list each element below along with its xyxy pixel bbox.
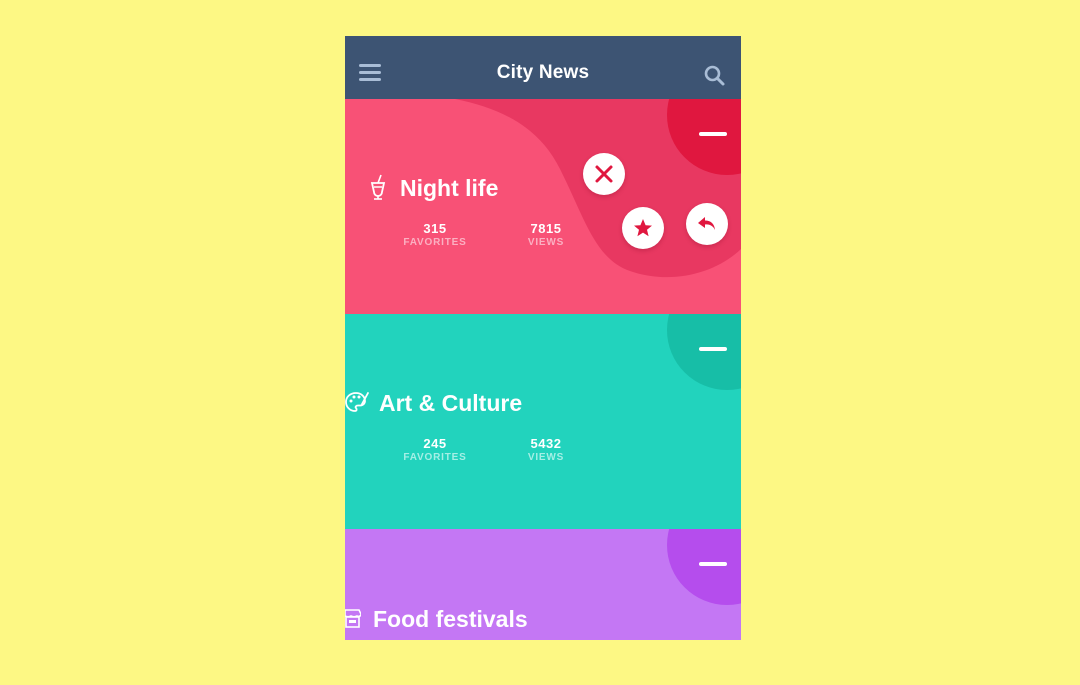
category-card-night-life[interactable]: Night life RS 315 FAVORITES 7815 VIEWS	[345, 99, 741, 314]
stat-label: FAVORITES	[403, 237, 467, 248]
category-title: Night life	[400, 175, 499, 201]
category-title: Art & Culture	[379, 390, 523, 416]
stat-label: RS	[345, 454, 359, 465]
category-card-food-festivals[interactable]: Food festivals	[345, 529, 741, 640]
stat-value: 315	[423, 221, 447, 236]
phone-screen: City News Night life RS 315 F	[345, 36, 741, 640]
stat-partial: RS	[345, 438, 359, 465]
stat-label: VIEWS	[527, 237, 565, 248]
stat-favorites: 315 FAVORITES	[390, 221, 480, 248]
stat-views: 5432 VIEWS	[501, 436, 591, 463]
favorite-button[interactable]	[622, 207, 664, 249]
collapse-button[interactable]	[693, 344, 733, 356]
collapse-button[interactable]	[693, 129, 733, 141]
reply-icon	[698, 217, 715, 230]
close-button[interactable]	[583, 153, 625, 195]
palette-icon	[345, 392, 369, 412]
top-app-bar: City News	[345, 36, 741, 99]
category-card-art-culture[interactable]: Art & Culture RS 245 FAVORITES 5432 VIEW…	[345, 314, 741, 529]
category-title: Food festivals	[373, 606, 528, 632]
stat-value: 245	[423, 436, 447, 451]
stat-partial: RS	[345, 223, 359, 250]
app-title: City News	[496, 62, 590, 83]
stat-label: RS	[345, 239, 359, 250]
stat-label: VIEWS	[527, 452, 565, 463]
stat-value: 5432	[530, 436, 562, 451]
stat-favorites: 245 FAVORITES	[390, 436, 480, 463]
stat-views: 7815 VIEWS	[501, 221, 591, 248]
star-icon	[634, 219, 652, 237]
stat-value: 7815	[530, 221, 562, 236]
cocktail-icon	[370, 174, 386, 200]
food-stand-icon	[345, 609, 361, 628]
close-icon	[595, 165, 613, 183]
stat-label: FAVORITES	[403, 452, 467, 463]
collapse-button[interactable]	[693, 559, 733, 571]
share-button[interactable]	[686, 203, 728, 245]
search-icon[interactable]	[703, 64, 727, 88]
